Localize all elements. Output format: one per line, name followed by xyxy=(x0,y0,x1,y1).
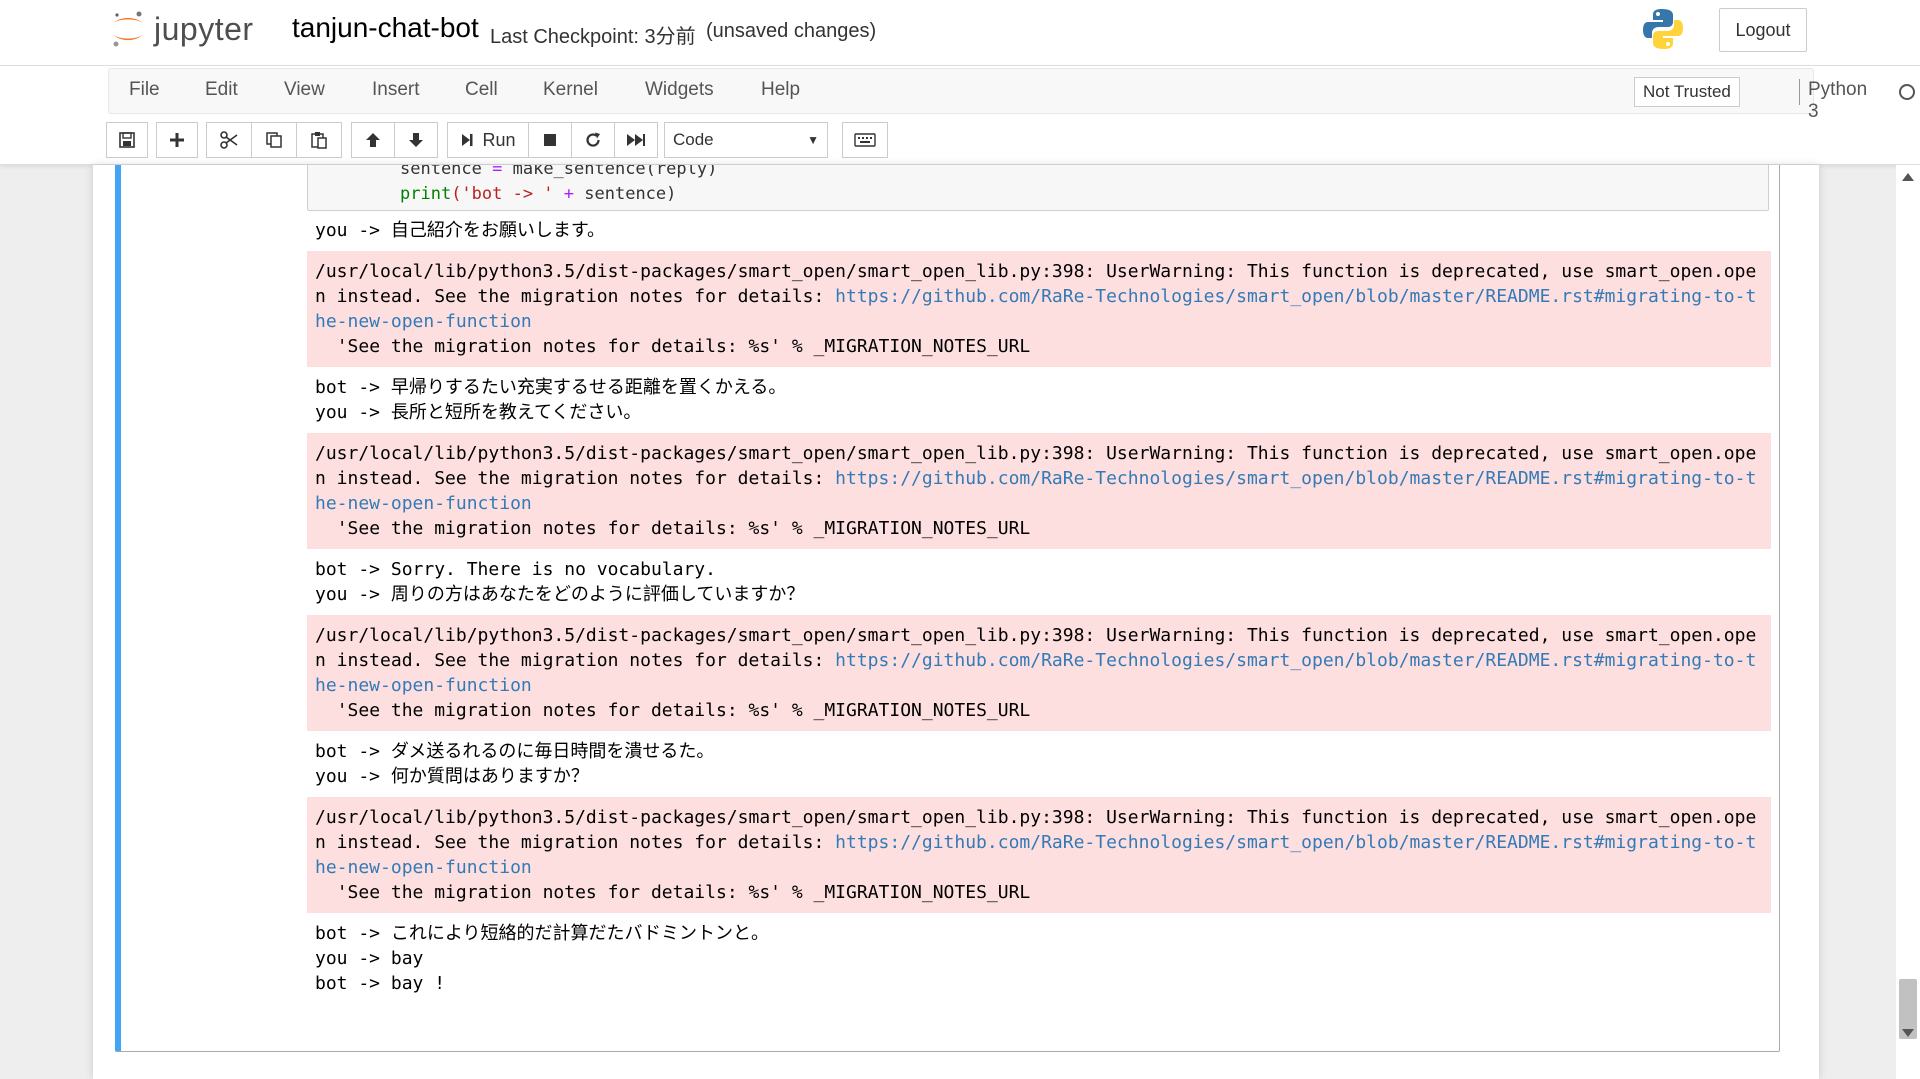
cell-input-area[interactable]: sentence = make_sentence(reply) print('b… xyxy=(307,165,1769,211)
stderr-output: /usr/local/lib/python3.5/dist-packages/s… xyxy=(307,797,1771,913)
chevron-down-icon: ▼ xyxy=(807,133,819,147)
jupyter-logo-icon xyxy=(113,11,142,47)
stop-icon xyxy=(544,134,556,146)
stderr-output: /usr/local/lib/python3.5/dist-packages/s… xyxy=(307,615,1771,731)
restart-icon xyxy=(586,132,600,147)
command-palette-button[interactable] xyxy=(842,122,888,158)
copy-button[interactable] xyxy=(251,122,297,158)
stderr-output: /usr/local/lib/python3.5/dist-packages/s… xyxy=(307,251,1771,367)
scroll-up-arrow-icon[interactable] xyxy=(1902,173,1914,181)
logo-text: jupyter xyxy=(154,10,254,47)
header: jupyter tanjun-chat-bot Last Checkpoint:… xyxy=(0,0,1920,66)
cell-type-select[interactable]: Code ▼ xyxy=(664,122,828,158)
cut-icon xyxy=(220,131,238,149)
menu-widgets[interactable]: Widgets xyxy=(645,79,714,101)
kernel-idle-indicator-icon xyxy=(1899,84,1915,100)
interrupt-button[interactable] xyxy=(528,122,572,158)
paste-icon xyxy=(311,132,327,149)
paste-button[interactable] xyxy=(296,122,342,158)
stderr-output: /usr/local/lib/python3.5/dist-packages/s… xyxy=(307,433,1771,549)
fast-forward-icon xyxy=(627,134,645,146)
stdout-output: bot -> 早帰りするたい充実するせる距離を置くかえる。 you -> 長所と… xyxy=(315,377,787,423)
notebook-name[interactable]: tanjun-chat-bot xyxy=(292,12,479,44)
menu-toolbar-area: File Edit View Insert Cell Kernel Widget… xyxy=(0,66,1920,165)
stdout-output: bot -> ダメ送るれるのに毎日時間を潰せるた。 you -> 何か質問はあり… xyxy=(315,741,715,787)
save-button[interactable] xyxy=(106,122,148,158)
stdout-output: bot -> これにより短絡的だ計算だたバドミントンと。 you -> bay … xyxy=(315,923,770,994)
cell-type-value: Code xyxy=(673,130,714,149)
logout-button[interactable]: Logout xyxy=(1719,8,1807,52)
menu-view[interactable]: View xyxy=(284,79,325,101)
insert-cell-button[interactable] xyxy=(156,122,198,158)
code-cell[interactable]: sentence = make_sentence(reply) print('b… xyxy=(115,165,1780,1052)
menubar: File Edit View Insert Cell Kernel Widget… xyxy=(108,68,1915,122)
kernel-separator xyxy=(1799,79,1800,105)
cell-output-area: you -> 自己紹介をお願いします。 /usr/local/lib/pytho… xyxy=(307,214,1771,1000)
step-forward-icon xyxy=(462,134,473,146)
stdout-output: bot -> Sorry. There is no vocabulary. yo… xyxy=(315,559,805,605)
arrow-up-icon xyxy=(366,133,380,147)
copy-icon xyxy=(266,132,282,148)
menu-help[interactable]: Help xyxy=(761,79,800,101)
plus-icon xyxy=(170,133,184,147)
page-scrollbar[interactable] xyxy=(1896,165,1920,1079)
stdout-output: you -> 自己紹介をお願いします。 xyxy=(315,220,606,241)
kernel-name: Python 3 xyxy=(1808,79,1868,122)
menu-edit[interactable]: Edit xyxy=(205,79,238,101)
cut-button[interactable] xyxy=(206,122,252,158)
move-down-button[interactable] xyxy=(394,122,438,158)
code-line: print('bot -> ' + sentence) xyxy=(400,184,677,204)
arrow-down-icon xyxy=(409,133,423,147)
menu-file[interactable]: File xyxy=(129,79,160,101)
save-icon xyxy=(119,132,135,148)
menu-insert[interactable]: Insert xyxy=(372,79,420,101)
checkpoint-status: Last Checkpoint: 3分前 xyxy=(490,26,696,48)
jupyter-logo[interactable]: jupyter xyxy=(108,6,254,52)
scroll-down-arrow-icon[interactable] xyxy=(1902,1029,1914,1037)
python-logo-icon xyxy=(1643,9,1683,49)
run-button[interactable]: Run xyxy=(447,122,529,158)
menu-cell[interactable]: Cell xyxy=(465,79,498,101)
code-line: sentence = make_sentence(reply) xyxy=(400,165,718,179)
move-up-button[interactable] xyxy=(351,122,395,158)
run-label: Run xyxy=(482,129,516,150)
autosave-status: (unsaved changes) xyxy=(706,20,877,42)
not-trusted-badge[interactable]: Not Trusted xyxy=(1634,77,1740,107)
keyboard-icon xyxy=(854,133,876,147)
menu-kernel[interactable]: Kernel xyxy=(543,79,598,101)
notebook-container: sentence = make_sentence(reply) print('b… xyxy=(93,165,1819,1079)
jupyter-notebook-window: jupyter tanjun-chat-bot Last Checkpoint:… xyxy=(0,0,1920,1079)
restart-button[interactable] xyxy=(571,122,615,158)
restart-run-all-button[interactable] xyxy=(614,122,658,158)
